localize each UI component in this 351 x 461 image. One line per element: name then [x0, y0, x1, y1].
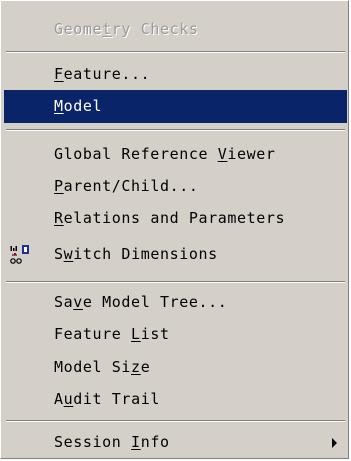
mnemonic: F: [54, 65, 64, 83]
menu-item-label: eature...: [63, 65, 151, 83]
menu-item-label: Feature: [54, 325, 132, 343]
mnemonic: R: [54, 209, 64, 227]
menu-item-label: Geome: [54, 20, 103, 38]
context-menu: Geometry Checks Feature... Model Global …: [0, 0, 349, 459]
menu-item-label: nfo: [140, 433, 170, 451]
mnemonic: u: [63, 390, 74, 408]
menu-item-label: A: [54, 390, 64, 408]
menu-item-geometry-checks: Geometry Checks: [4, 13, 347, 46]
menu-item-label: Global Reference: [54, 145, 218, 163]
menu-item-label: Session: [54, 433, 132, 451]
submenu-arrow-icon: [332, 438, 337, 448]
mnemonic: t: [102, 20, 112, 38]
menu-item-label: arent/Child...: [63, 177, 199, 195]
menu-item-feature-list[interactable]: Feature List: [4, 318, 347, 351]
menu-item-switch-dimensions[interactable]: Switch Dimensions: [4, 238, 347, 271]
mnemonic: w: [63, 245, 74, 263]
menu-separator: [6, 51, 345, 53]
mnemonic: I: [131, 433, 141, 451]
menu-item-label: S: [54, 245, 64, 263]
mnemonic: v: [73, 293, 83, 311]
menu-item-label: iewer: [227, 145, 276, 163]
menu-separator: [6, 129, 345, 131]
mnemonic: V: [217, 145, 228, 163]
menu-separator: [6, 281, 345, 283]
mnemonic: P: [54, 177, 64, 195]
menu-item-label: elations and Parameters: [63, 209, 286, 227]
switch-dimensions-icon: [10, 245, 29, 264]
menu-item-label: ry Checks: [111, 20, 199, 38]
menu-item-label: Sa: [54, 293, 74, 311]
menu-item-relations-and-parameters[interactable]: Relations and Parameters: [4, 202, 347, 235]
menu-item-model[interactable]: Model: [4, 90, 347, 123]
menu-item-label: e: [140, 358, 151, 376]
menu-item-label: Model Si: [54, 358, 132, 376]
menu-item-label: itch Dimensions: [73, 245, 218, 263]
menu-item-session-info[interactable]: Session Info: [4, 426, 347, 459]
menu-item-save-model-tree[interactable]: Save Model Tree...: [4, 286, 347, 319]
menu-item-audit-trail[interactable]: Audit Trail: [4, 383, 347, 416]
menu-item-model-size[interactable]: Model Size: [4, 351, 347, 384]
menu-item-feature[interactable]: Feature...: [4, 58, 347, 91]
mnemonic: M: [54, 97, 64, 115]
menu-separator: [6, 420, 345, 422]
menu-item-label: dit Trail: [73, 390, 160, 408]
menu-item-label: odel: [63, 97, 103, 115]
menu-item-global-reference-viewer[interactable]: Global Reference Viewer: [4, 138, 347, 171]
mnemonic: L: [131, 325, 141, 343]
menu-item-parent-child[interactable]: Parent/Child...: [4, 170, 347, 203]
mnemonic: z: [131, 358, 141, 376]
menu-item-label: ist: [140, 325, 170, 343]
menu-item-label: e Model Tree...: [82, 293, 228, 311]
